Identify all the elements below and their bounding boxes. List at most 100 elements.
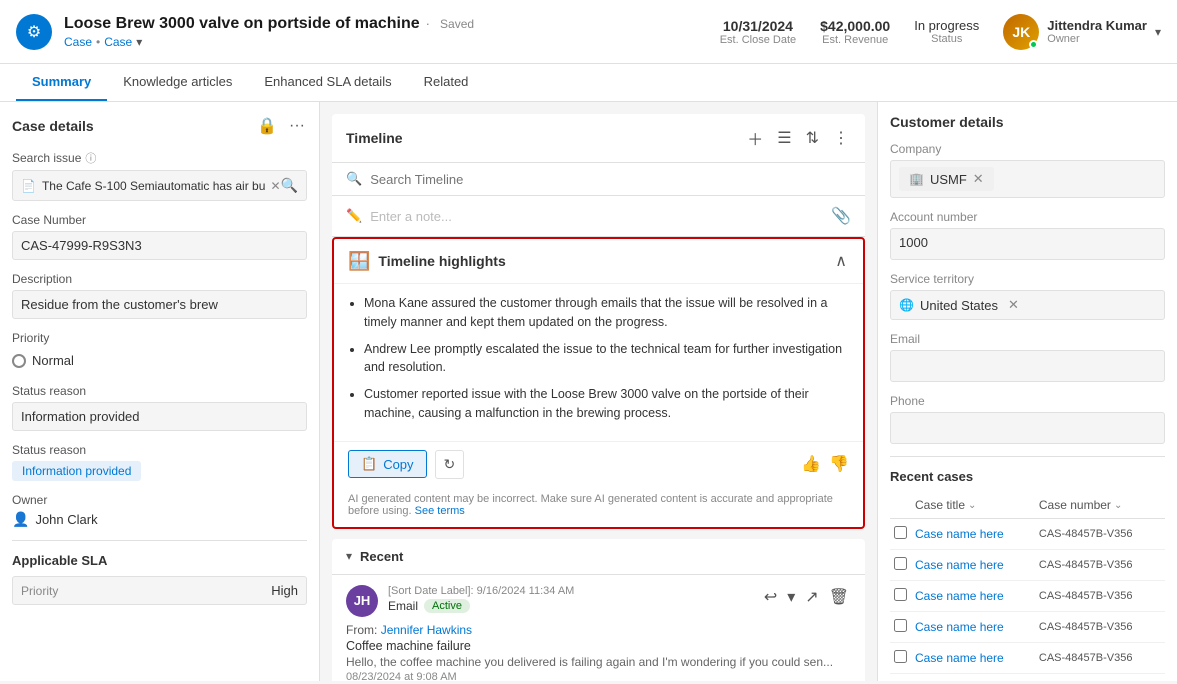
refresh-button[interactable]: ↻: [435, 450, 465, 479]
email-date: [Sort Date Label]: 9/16/2024 11:34 AM: [388, 585, 752, 597]
owner-field-value: John Clark: [35, 512, 97, 527]
search-issue-field: Search issue ⓘ 📄 The Cafe S-100 Semiauto…: [12, 150, 307, 201]
description-value[interactable]: Residue from the customer's brew: [12, 290, 307, 319]
app-icon: ⚙: [16, 14, 52, 50]
panel-lock-icon[interactable]: 🔒: [255, 114, 279, 138]
phone-field: Phone: [890, 394, 1165, 444]
case-number-0: CAS-48457B-V356: [1035, 519, 1165, 550]
remove-territory-icon[interactable]: ✕: [1008, 297, 1019, 313]
thumbdown-icon[interactable]: 👎: [829, 454, 849, 474]
ai-disclaimer: AI generated content may be incorrect. M…: [334, 487, 863, 527]
email-field: Email: [890, 332, 1165, 382]
clear-search-icon[interactable]: ✕: [271, 179, 281, 193]
sla-priority-row: Priority High: [12, 576, 307, 605]
owner-section[interactable]: JK Jittendra Kumar Owner ▾: [1003, 14, 1161, 50]
case-number-4: CAS-48457B-V356: [1035, 643, 1165, 674]
email-meta: [Sort Date Label]: 9/16/2024 11:34 AM Em…: [388, 585, 752, 615]
search-issue-input[interactable]: 📄 The Cafe S-100 Semiautomatic has air b…: [12, 170, 307, 201]
description-field: Description Residue from the customer's …: [12, 272, 307, 319]
case-number-2: CAS-48457B-V356: [1035, 581, 1165, 612]
breadcrumb-case1[interactable]: Case: [64, 35, 92, 49]
sla-priority-value: High: [271, 583, 298, 598]
priority-field: Priority Normal: [12, 331, 307, 372]
priority-radio-icon[interactable]: [12, 354, 26, 368]
globe-icon: 🌐: [899, 298, 914, 312]
tab-knowledge[interactable]: Knowledge articles: [107, 64, 248, 101]
table-row: Case name here CAS-48457B-V356: [890, 519, 1165, 550]
recent-header[interactable]: ▾ Recent: [332, 539, 865, 575]
timeline-title: Timeline: [346, 130, 403, 146]
tab-related[interactable]: Related: [408, 64, 485, 101]
more-timeline-icon[interactable]: ⋮: [831, 126, 851, 150]
status-reason-tag-field: Status reason Information provided: [12, 443, 307, 481]
collapse-highlights-icon[interactable]: ∧: [833, 249, 849, 273]
case-checkbox-1[interactable]: [894, 557, 907, 570]
tab-sla[interactable]: Enhanced SLA details: [248, 64, 407, 101]
timeline-actions: ＋ ☰ ⇅ ⋮: [745, 124, 851, 152]
see-terms-link[interactable]: See terms: [415, 505, 465, 517]
email-item: JH [Sort Date Label]: 9/16/2024 11:34 AM…: [332, 575, 865, 682]
copilot-icon: 🪟: [348, 251, 370, 272]
highlight-item-3: Customer reported issue with the Loose B…: [364, 385, 849, 423]
status-reason-tag: Information provided: [12, 461, 141, 481]
case-title-link-1[interactable]: Case name here: [915, 558, 1004, 572]
case-checkbox-3[interactable]: [894, 619, 907, 632]
territory-tag: 🌐 United States ✕: [899, 297, 1019, 313]
sort-number-icon[interactable]: ⌄: [1114, 500, 1122, 511]
timeline-container: Timeline ＋ ☰ ⇅ ⋮ 🔍 ✏️ Enter a note... 📎: [332, 114, 865, 237]
email-preview: Hello, the coffee machine you delivered …: [346, 655, 851, 669]
revenue-label: Est. Revenue: [820, 34, 890, 46]
company-field: Company 🏢 USMF ✕: [890, 142, 1165, 198]
reply-icon[interactable]: ↩: [762, 585, 779, 609]
revenue-value: $42,000.00: [820, 18, 890, 34]
panel-more-icon[interactable]: ···: [287, 115, 307, 137]
recent-cases-title: Recent cases: [890, 469, 1165, 484]
highlight-item-1: Mona Kane assured the customer through e…: [364, 294, 849, 332]
priority-radio-row: Normal: [12, 349, 307, 372]
search-timeline-icon: 🔍: [346, 171, 362, 187]
attach-icon[interactable]: 📎: [831, 206, 851, 226]
breadcrumb-case2[interactable]: Case: [104, 35, 132, 49]
reply-chevron-icon[interactable]: ▾: [785, 585, 797, 609]
case-title-link-3[interactable]: Case name here: [915, 620, 1004, 634]
add-timeline-icon[interactable]: ＋: [745, 124, 765, 152]
feedback-row: 👍 👎: [801, 454, 849, 474]
search-icon[interactable]: 🔍: [281, 177, 298, 194]
phone-label: Phone: [890, 394, 1165, 408]
filter-timeline-icon[interactable]: ☰: [775, 126, 793, 150]
search-timeline-input[interactable]: [370, 172, 851, 187]
phone-value[interactable]: [890, 412, 1165, 444]
case-title-link-4[interactable]: Case name here: [915, 651, 1004, 665]
status-reason-value[interactable]: Information provided: [12, 402, 307, 431]
case-title-link-2[interactable]: Case name here: [915, 589, 1004, 603]
sort-title-icon[interactable]: ⌄: [968, 500, 976, 511]
remove-company-icon[interactable]: ✕: [973, 171, 984, 187]
sender-avatar: JH: [346, 585, 378, 617]
sla-section-title: Applicable SLA: [12, 553, 307, 568]
copy-button[interactable]: 📋 Copy: [348, 450, 427, 478]
header-left: ⚙ Loose Brew 3000 valve on portside of m…: [16, 14, 474, 50]
cases-select-all: [890, 492, 911, 519]
case-checkbox-2[interactable]: [894, 588, 907, 601]
top-header: ⚙ Loose Brew 3000 valve on portside of m…: [0, 0, 1177, 64]
online-indicator: [1029, 40, 1038, 49]
thumbup-icon[interactable]: 👍: [801, 454, 821, 474]
note-input-row[interactable]: ✏️ Enter a note... 📎: [332, 196, 865, 237]
sort-timeline-icon[interactable]: ⇅: [804, 126, 821, 150]
right-panel-title: Customer details: [890, 114, 1165, 130]
case-title-link-0[interactable]: Case name here: [915, 527, 1004, 541]
highlights-body: Mona Kane assured the customer through e…: [334, 284, 863, 441]
case-checkbox-4[interactable]: [894, 650, 907, 663]
person-icon: 👤: [12, 511, 29, 528]
case-number-3: CAS-48457B-V356: [1035, 612, 1165, 643]
document-icon: 📄: [21, 179, 36, 193]
table-row: Case name here CAS-48457B-V356: [890, 581, 1165, 612]
table-row: Case name here CAS-48457B-V356: [890, 550, 1165, 581]
sla-priority-label: Priority: [21, 584, 58, 598]
sender-name-link[interactable]: Jennifer Hawkins: [381, 623, 472, 637]
tab-summary[interactable]: Summary: [16, 64, 107, 101]
delete-icon[interactable]: 🗑: [827, 585, 851, 609]
case-checkbox-0[interactable]: [894, 526, 907, 539]
email-value[interactable]: [890, 350, 1165, 382]
forward-icon[interactable]: ↗: [803, 585, 820, 609]
